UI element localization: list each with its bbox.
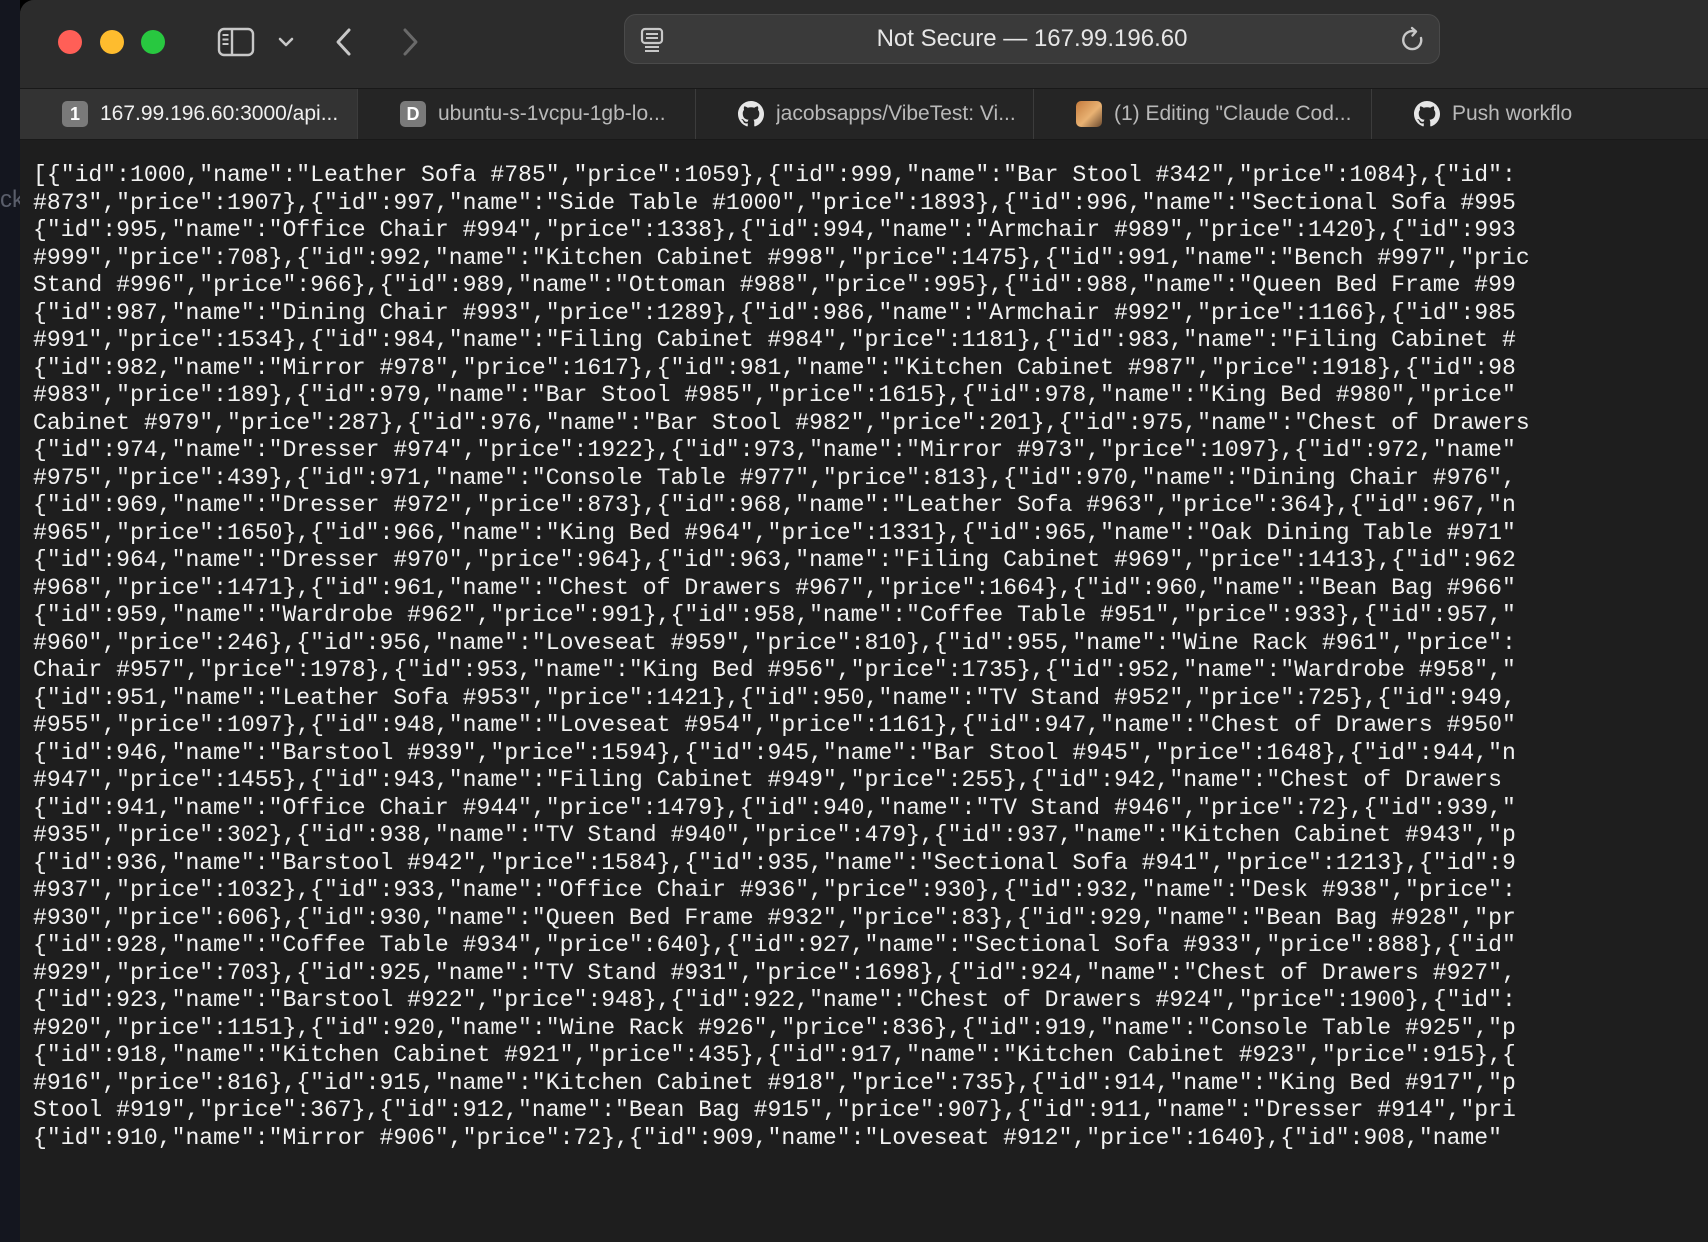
json-line: Cabinet #979","price":287},{"id":976,"na… — [33, 409, 1530, 436]
browser-toolbar: Not Secure — 167.99.196.60 — [20, 0, 1708, 88]
json-line: {"id":995,"name":"Office Chair #994","pr… — [33, 217, 1516, 243]
forward-button[interactable] — [392, 22, 428, 62]
chevron-left-icon — [336, 28, 351, 56]
page-content: [{"id":1000,"name":"Leather Sofa #785","… — [20, 140, 1708, 1242]
json-line: #929","price":703},{"id":925,"name":"TV … — [33, 959, 1516, 986]
json-line: #965","price":1650},{"id":966,"name":"Ki… — [33, 519, 1516, 546]
json-line: {"id":974,"name":"Dresser #974","price":… — [33, 437, 1516, 463]
json-line: {"id":910,"name":"Mirror #906","price":7… — [33, 1124, 1503, 1151]
json-line: #930","price":606},{"id":930,"name":"Que… — [33, 904, 1516, 931]
json-line: {"id":982,"name":"Mirror #978","price":1… — [33, 354, 1516, 381]
json-line: {"id":918,"name":"Kitchen Cabinet #921",… — [33, 1042, 1516, 1068]
close-window-button[interactable] — [58, 30, 82, 54]
json-line: [{"id":1000,"name":"Leather Sofa #785","… — [33, 162, 1516, 188]
tab-title: 167.99.196.60:3000/api... — [100, 102, 339, 125]
json-line: Chair #957","price":1978},{"id":953,"nam… — [33, 657, 1516, 683]
json-line: {"id":969,"name":"Dresser #972","price":… — [33, 492, 1516, 518]
tab-title: Push workflo — [1452, 102, 1573, 125]
tab-github-vibetest[interactable]: jacobsapps/VibeTest: Vi... — [696, 89, 1034, 139]
json-line: #935","price":302},{"id":938,"name":"TV … — [33, 822, 1516, 848]
json-response-text: [{"id":1000,"name":"Leather Sofa #785","… — [33, 162, 1693, 1152]
json-line: {"id":964,"name":"Dresser #970","price":… — [33, 547, 1516, 573]
json-line: #955","price":1097},{"id":948,"name":"Lo… — [33, 712, 1516, 738]
json-line: Stool #919","price":367},{"id":912,"name… — [33, 1097, 1516, 1123]
json-line: {"id":946,"name":"Barstool #939","price"… — [33, 739, 1516, 766]
tab-favicon: D — [400, 101, 426, 127]
json-line: #983","price":189},{"id":979,"name":"Bar… — [33, 382, 1516, 408]
browser-window: Not Secure — 167.99.196.60 1 167.99.196.… — [20, 0, 1708, 1242]
tab-title: ubuntu-s-1vcpu-1gb-lo... — [438, 102, 666, 125]
json-line: #873","price":1907},{"id":997,"name":"Si… — [33, 189, 1516, 216]
tab-title: (1) Editing "Claude Cod... — [1114, 102, 1352, 125]
back-button[interactable] — [326, 22, 362, 62]
desktop-background: ck — [0, 0, 24, 1242]
json-line: {"id":941,"name":"Office Chair #944","pr… — [33, 794, 1516, 821]
json-line: Stand #996","price":966},{"id":989,"name… — [33, 272, 1516, 298]
json-line: #999","price":708},{"id":992,"name":"Kit… — [33, 244, 1530, 271]
json-line: #991","price":1534},{"id":984,"name":"Fi… — [33, 327, 1516, 353]
tab-api[interactable]: 1 167.99.196.60:3000/api... — [20, 89, 358, 139]
json-line: #937","price":1032},{"id":933,"name":"Of… — [33, 877, 1516, 903]
address-text: Not Secure — 167.99.196.60 — [876, 25, 1188, 52]
json-line: {"id":959,"name":"Wardrobe #962","price"… — [33, 602, 1516, 628]
json-line: {"id":928,"name":"Coffee Table #934","pr… — [33, 932, 1516, 958]
github-icon — [1414, 101, 1440, 127]
tab-group-menu-button[interactable] — [270, 26, 302, 58]
thumbnail-icon — [1076, 101, 1102, 127]
minimize-window-button[interactable] — [100, 30, 124, 54]
tab-title: jacobsapps/VibeTest: Vi... — [776, 102, 1016, 125]
json-line: {"id":936,"name":"Barstool #942","price"… — [33, 849, 1516, 876]
tab-bar: 1 167.99.196.60:3000/api... D ubuntu-s-1… — [20, 88, 1708, 140]
json-line: #920","price":1151},{"id":920,"name":"Wi… — [33, 1014, 1516, 1041]
json-line: {"id":951,"name":"Leather Sofa #953","pr… — [33, 684, 1516, 711]
sidebar-toggle-button[interactable] — [216, 24, 256, 60]
json-line: #947","price":1455},{"id":943,"name":"Fi… — [33, 767, 1516, 793]
sidebar-icon — [217, 27, 255, 57]
github-icon — [738, 101, 764, 127]
json-line: #975","price":439},{"id":971,"name":"Con… — [33, 464, 1516, 491]
address-bar[interactable]: Not Secure — 167.99.196.60 — [624, 14, 1440, 64]
tab-droplet[interactable]: D ubuntu-s-1vcpu-1gb-lo... — [358, 89, 696, 139]
chevron-down-icon — [278, 37, 294, 47]
tab-favicon: 1 — [62, 101, 88, 127]
json-line: #916","price":816},{"id":915,"name":"Kit… — [33, 1069, 1516, 1096]
maximize-window-button[interactable] — [141, 30, 165, 54]
tab-editing-claude[interactable]: (1) Editing "Claude Cod... — [1034, 89, 1372, 139]
json-line: #960","price":246},{"id":956,"name":"Lov… — [33, 629, 1516, 656]
chevron-right-icon — [403, 28, 418, 56]
json-line: {"id":987,"name":"Dining Chair #993","pr… — [33, 299, 1516, 326]
json-line: {"id":923,"name":"Barstool #922","price"… — [33, 987, 1516, 1013]
json-line: #968","price":1471},{"id":961,"name":"Ch… — [33, 574, 1516, 601]
reload-icon[interactable] — [1399, 26, 1427, 54]
tab-push-workflow[interactable]: Push workflo — [1372, 89, 1708, 139]
